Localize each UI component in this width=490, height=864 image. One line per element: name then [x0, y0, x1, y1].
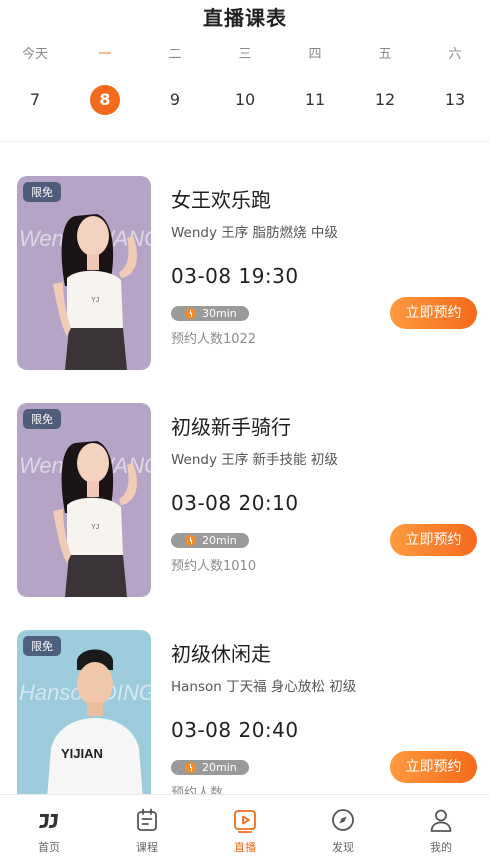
book-now-button[interactable]: 立即预约: [390, 297, 477, 329]
tab-home[interactable]: 首页: [0, 795, 98, 864]
course-time: 03-08 20:10: [171, 491, 299, 515]
clock-icon: [185, 308, 196, 319]
course-name: 初级休闲走: [171, 642, 271, 666]
booking-count: 预约人数1022: [171, 332, 257, 347]
duration-badge: 20min: [171, 760, 249, 775]
tab-label: 课程: [136, 841, 158, 854]
svg-text:YJ: YJ: [91, 297, 99, 304]
duration-text: 20min: [202, 534, 237, 547]
tab-courses[interactable]: 课程: [98, 795, 196, 864]
day-label: 今天: [21, 47, 48, 62]
day-date: 8: [90, 85, 120, 115]
day-label: 五: [378, 47, 392, 62]
course-tags: Wendy 王序 新手技能 初级: [171, 452, 338, 468]
day-label: 一: [98, 47, 112, 62]
course-time: 03-08 20:40: [171, 718, 299, 742]
day-item[interactable]: 六 13: [420, 44, 490, 115]
tab-live[interactable]: 直播: [196, 795, 294, 864]
course-name: 初级新手骑行: [171, 415, 291, 439]
clock-icon: [185, 762, 196, 773]
day-item[interactable]: 二9: [140, 44, 210, 115]
day-item[interactable]: 四 11: [280, 44, 350, 115]
course-card[interactable]: Wendy WANG YJ 限免 女王欢乐跑 Wendy 王序 脂肪燃烧 中级 …: [0, 142, 490, 370]
day-item-selected[interactable]: 一8: [70, 44, 140, 115]
day-item[interactable]: 今天 7: [0, 44, 70, 115]
instructor-photo: Wendy WANG YJ: [17, 403, 151, 597]
instructor-photo: Wendy WANG YJ: [17, 176, 151, 370]
course-name: 女王欢乐跑: [171, 188, 271, 212]
day-label: 四: [308, 47, 322, 62]
page-title: 直播课表: [203, 6, 287, 30]
live-play-icon: [234, 810, 256, 833]
day-date: 11: [304, 90, 326, 109]
book-now-button[interactable]: 立即预约: [390, 524, 477, 556]
compass-icon: [332, 809, 354, 831]
free-badge: 限免: [23, 636, 61, 656]
free-badge: 限免: [23, 182, 61, 202]
duration-text: 20min: [202, 761, 237, 774]
duration-badge: 30min: [171, 306, 249, 321]
booking-count: 预约人数1010: [171, 559, 257, 574]
user-icon: [430, 809, 452, 832]
svg-text:YIJIAN: YIJIAN: [61, 746, 103, 761]
day-label: 二: [168, 47, 182, 62]
svg-text:YJ: YJ: [91, 524, 99, 531]
free-badge: 限免: [23, 409, 61, 429]
home-logo-icon: [39, 814, 58, 828]
day-item[interactable]: 三 10: [210, 44, 280, 115]
day-label: 三: [238, 47, 252, 62]
duration-badge: 20min: [171, 533, 249, 548]
header: 直播课表 今天 7 一8 二9 三 10 四 11 五 12 六 13: [0, 0, 490, 142]
day-date: 13: [444, 90, 466, 109]
course-cover-image: Wendy WANG YJ 限免: [17, 176, 151, 370]
day-date: 12: [374, 90, 396, 109]
course-card[interactable]: Hanson DING YIJIAN 限免 初级休闲走 Hanson 丁天福 身…: [0, 596, 490, 794]
book-now-button[interactable]: 立即预约: [390, 751, 477, 783]
day-date: 10: [234, 90, 256, 109]
day-date: 7: [29, 90, 41, 109]
tab-label: 发现: [332, 841, 354, 854]
duration-text: 30min: [202, 307, 237, 320]
course-time: 03-08 19:30: [171, 264, 299, 288]
day-item[interactable]: 五 12: [350, 44, 420, 115]
booking-count: 预约人数: [171, 786, 224, 794]
course-cover-image: Wendy WANG YJ 限免: [17, 403, 151, 597]
course-cover-image: Hanson DING YIJIAN 限免: [17, 630, 151, 794]
tab-discover[interactable]: 发现: [294, 795, 392, 864]
clock-icon: [185, 535, 196, 546]
course-list[interactable]: Wendy WANG YJ 限免 女王欢乐跑 Wendy 王序 脂肪燃烧 中级 …: [0, 142, 490, 794]
bottom-tab-bar: 首页 课程 直播 发现 我的: [0, 794, 490, 864]
course-card[interactable]: Wendy WANG YJ 限免 初级新手骑行 Wendy 王序 新手技能 初级…: [0, 369, 490, 597]
tab-label: 直播: [234, 841, 256, 854]
day-label: 六: [448, 47, 462, 62]
course-tags: Hanson 丁天福 身心放松 初级: [171, 679, 357, 695]
course-tags: Wendy 王序 脂肪燃烧 中级: [171, 225, 338, 241]
day-date: 9: [169, 90, 181, 109]
calendar-icon: [137, 808, 157, 831]
tab-me[interactable]: 我的: [392, 795, 490, 864]
tab-label: 我的: [430, 841, 452, 854]
week-selector: 今天 7 一8 二9 三 10 四 11 五 12 六 13: [0, 44, 490, 115]
tab-label: 首页: [38, 841, 60, 854]
